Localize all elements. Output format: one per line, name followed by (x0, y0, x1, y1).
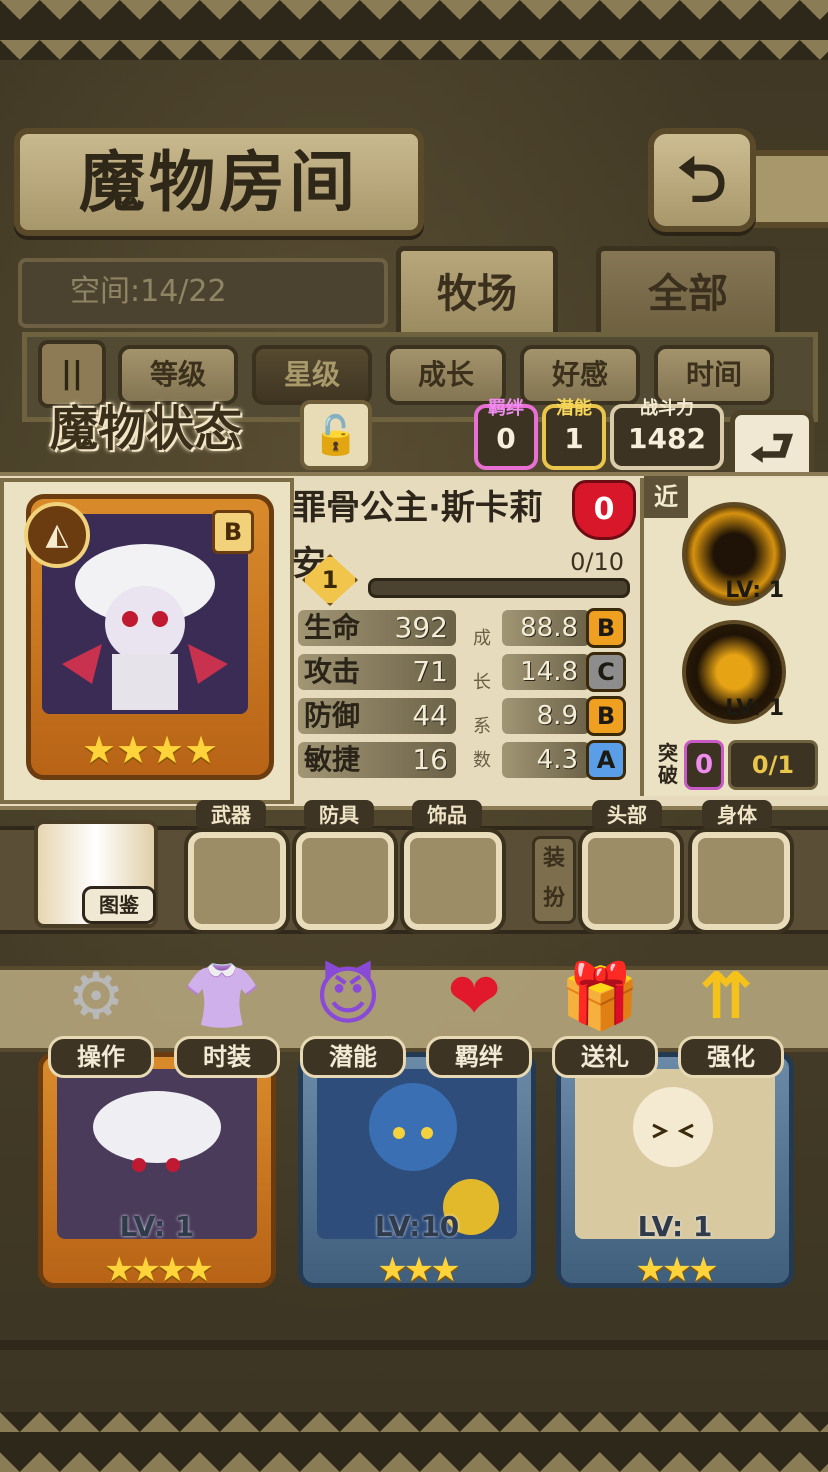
breakthrough-value: 0 (684, 740, 724, 790)
stat-label: 防御 (304, 699, 361, 732)
rank-badge: B (212, 510, 254, 554)
back-icon: ⮌ (677, 143, 727, 216)
space-count: 空间:14/22 (70, 274, 227, 309)
roster-stars: ★★★ (377, 1250, 460, 1290)
skill-level: LV: 1 (725, 578, 784, 603)
upgrade-arrows-icon: ⇈ (699, 960, 753, 1034)
bond-label: 羁绊 (488, 398, 524, 419)
slot-label: 身体 (702, 800, 772, 830)
slot-label: 饰品 (412, 800, 482, 830)
grade-badge: B (586, 608, 626, 648)
star-icon: ★ (82, 728, 117, 772)
growth-value: 88.8 (520, 613, 578, 643)
tab-all[interactable]: 全部 (596, 246, 780, 342)
potential-value: 1 (564, 422, 584, 455)
lock-button[interactable]: 🔓 (300, 400, 372, 470)
bond-value: 0 (496, 422, 516, 455)
growth-value: 8.9 (536, 701, 578, 731)
roster-level: LV:10 (374, 1210, 460, 1243)
skill-level: LV: 1 (725, 696, 784, 721)
roster-stars: ★★★★ (104, 1250, 214, 1290)
accessory-slot[interactable] (404, 832, 502, 930)
growth-label-char: 数 (473, 750, 491, 771)
dress-up-button[interactable]: 装扮 (532, 836, 576, 924)
grade-badge: A (586, 740, 626, 780)
power-value: 1482 (628, 422, 706, 455)
stat-value: 71 (412, 655, 448, 688)
grade-badge: C (586, 652, 626, 692)
breakthrough-count: 0/1 (728, 740, 818, 790)
growth-value: 4.3 (536, 745, 578, 775)
growth-value: 14.8 (520, 657, 578, 687)
top-border (0, 0, 828, 60)
bond-pill: 羁绊 0 (474, 398, 538, 470)
breakthrough-label: 突破 (658, 741, 678, 787)
type-emblem-icon: ◭ (24, 502, 90, 568)
enhance-button[interactable]: 强化 (678, 1036, 784, 1078)
roster-level: LV: 1 (119, 1210, 195, 1243)
potential-button[interactable]: 潜能 (300, 1036, 406, 1078)
slot-label: 武器 (196, 800, 266, 830)
body-slot[interactable] (692, 832, 790, 930)
grade-badge: B (586, 696, 626, 736)
head-slot[interactable] (582, 832, 680, 930)
stat-label: 攻击 (304, 655, 361, 688)
costume-button[interactable]: 时装 (174, 1036, 280, 1078)
exp-text: 0/10 (570, 548, 624, 576)
range-tag: 近 (644, 476, 688, 518)
star-icon: ★ (184, 728, 219, 772)
dress-up-label: 装扮 (542, 846, 565, 911)
stat-label: 敏捷 (304, 743, 361, 776)
growth-label-char: 成 (473, 628, 491, 649)
roster-bottom-border (0, 1340, 828, 1350)
operate-button[interactable]: 操作 (48, 1036, 154, 1078)
gear-icon: ⚙ (67, 960, 125, 1034)
power-pill: 战斗力 1482 (610, 398, 724, 470)
armor-slot[interactable] (296, 832, 394, 930)
exp-bar (368, 578, 630, 598)
potential-label: 潜能 (556, 398, 592, 419)
power-label: 战斗力 (640, 398, 694, 419)
encyclopedia-label: 图鉴 (82, 886, 156, 924)
page-title: 魔物房间 (79, 143, 359, 221)
bottom-border (0, 1412, 828, 1472)
status-title: 魔物状态 (49, 401, 242, 457)
hearts-icon: ❤ (447, 960, 501, 1034)
return-arrow-icon: ⮐ (749, 419, 795, 477)
potential-devil-icon: 😈 (314, 960, 382, 1034)
star-icon: ★ (150, 728, 185, 772)
growth-label-char: 长 (473, 672, 491, 693)
slot-label: 头部 (592, 800, 662, 830)
roster-level: LV: 1 (637, 1210, 713, 1243)
stat-value: 44 (412, 699, 448, 732)
tab-ranch[interactable]: 牧场 (396, 246, 558, 342)
growth-label-char: 系 (473, 716, 491, 737)
stat-value: 16 (412, 743, 448, 776)
weapon-slot[interactable] (188, 832, 286, 930)
stat-label: 生命 (304, 611, 361, 644)
star-icon: ★ (116, 728, 151, 772)
roster-stars: ★★★ (635, 1250, 718, 1290)
costume-icon: 👚 (182, 960, 262, 1034)
slot-label: 防具 (304, 800, 374, 830)
stat-value: 392 (394, 611, 448, 644)
pause-icon: || (61, 356, 83, 391)
lock-icon: 🔓 (312, 413, 360, 457)
back-button[interactable]: ⮌ (648, 128, 756, 232)
affection-heart[interactable]: 0 (572, 480, 636, 540)
potential-pill: 潜能 1 (542, 398, 606, 470)
bond-button[interactable]: 羁绊 (426, 1036, 532, 1078)
gift-icon: 🎁 (560, 960, 640, 1034)
monster-name: 罪骨公主·斯卡莉安 (292, 488, 543, 584)
gift-button[interactable]: 送礼 (552, 1036, 658, 1078)
